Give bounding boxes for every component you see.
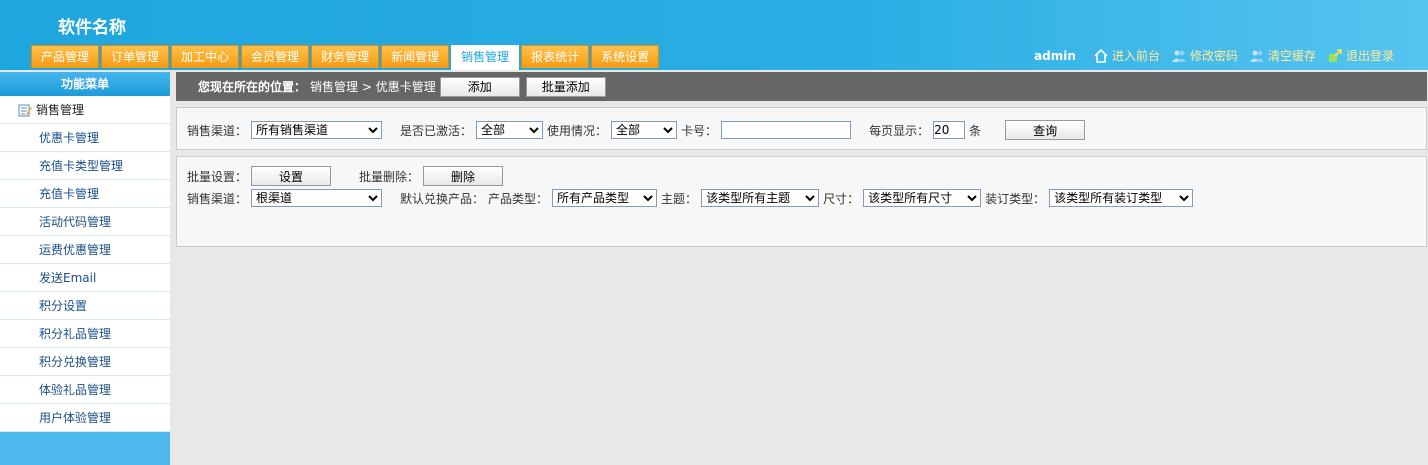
main-nav: 产品管理 订单管理 加工中心 会员管理 财务管理 新闻管理 销售管理 报表统计 … bbox=[31, 45, 660, 70]
clear-cache-link[interactable]: 清空缓存 bbox=[1249, 47, 1316, 64]
batch-delete-label: 批量删除： bbox=[359, 169, 420, 184]
size-select[interactable]: 该类型所有尺寸 bbox=[863, 189, 982, 207]
query-button[interactable]: 查询 bbox=[1005, 120, 1086, 140]
product-type-select[interactable]: 所有产品类型 bbox=[552, 189, 658, 207]
nav-tab-finance[interactable]: 财务管理 bbox=[311, 45, 380, 68]
usage-select[interactable]: 全部 bbox=[611, 121, 678, 139]
batch-panel: 批量设置： 设置 批量删除： 删除 销售渠道： 根渠道 默认兑换产品： 产品类型… bbox=[176, 156, 1427, 247]
sidebar-item-shipping-discount[interactable]: 运费优惠管理 bbox=[0, 236, 170, 264]
nav-tab-processing[interactable]: 加工中心 bbox=[171, 45, 240, 68]
sidebar-category-label: 销售管理 bbox=[36, 103, 85, 117]
sidebar-category-sales[interactable]: 销售管理 bbox=[0, 96, 170, 124]
top-links: admin 进入前台 修改密码 清空缓存 退出登录 bbox=[1034, 47, 1394, 64]
users-icon bbox=[1171, 50, 1186, 62]
activated-label: 是否已激活： bbox=[400, 123, 473, 138]
batch-add-button[interactable]: 批量添加 bbox=[525, 76, 606, 97]
home-icon bbox=[1094, 48, 1108, 63]
top-header: 软件名称 产品管理 订单管理 加工中心 会员管理 财务管理 新闻管理 销售管理 … bbox=[0, 0, 1428, 70]
add-button[interactable]: 添加 bbox=[439, 76, 520, 97]
clear-cache-label: 清空缓存 bbox=[1267, 49, 1316, 63]
sidebar-item-coupon-card[interactable]: 优惠卡管理 bbox=[0, 124, 170, 152]
sidebar-item-send-email[interactable]: 发送Email bbox=[0, 264, 170, 292]
front-link[interactable]: 进入前台 bbox=[1094, 47, 1160, 64]
channel-label: 销售渠道： bbox=[187, 123, 248, 138]
batch-channel-label: 销售渠道： bbox=[187, 191, 248, 206]
batch-setting-label: 批量设置： bbox=[187, 169, 248, 184]
product-type-label: 产品类型： bbox=[488, 191, 549, 206]
card-number-label: 卡号： bbox=[681, 123, 718, 138]
batch-setting-button[interactable]: 设置 bbox=[251, 166, 332, 186]
edit-note-icon bbox=[18, 104, 32, 116]
default-exchange-label: 默认兑换产品： bbox=[400, 191, 485, 206]
nav-tab-reports[interactable]: 报表统计 bbox=[521, 45, 590, 68]
breadcrumb-prefix: 您现在所在的位置： bbox=[198, 80, 307, 94]
breadcrumb-path: 销售管理 > 优惠卡管理 bbox=[310, 80, 436, 94]
theme-select[interactable]: 该类型所有主题 bbox=[701, 189, 820, 207]
theme-label: 主题： bbox=[661, 191, 698, 206]
sidebar-item-trial-gifts[interactable]: 体验礼品管理 bbox=[0, 376, 170, 404]
nav-tab-news[interactable]: 新闻管理 bbox=[381, 45, 450, 68]
main-content: 您现在所在的位置： 销售管理 > 优惠卡管理 添加 批量添加 销售渠道： 所有销… bbox=[176, 72, 1427, 247]
exit-icon bbox=[1328, 48, 1342, 62]
logout-label: 退出登录 bbox=[1345, 49, 1394, 63]
channel-select[interactable]: 所有销售渠道 bbox=[251, 121, 383, 139]
nav-tab-sales[interactable]: 销售管理 bbox=[451, 45, 520, 70]
activated-select[interactable]: 全部 bbox=[476, 121, 544, 139]
sidebar: 功能菜单 销售管理 优惠卡管理 充值卡类型管理 充值卡管理 活动代码管理 运费优… bbox=[0, 72, 170, 465]
per-page-label: 每页显示： bbox=[869, 123, 930, 138]
change-password-label: 修改密码 bbox=[1189, 49, 1238, 63]
per-page-input[interactable] bbox=[933, 121, 966, 139]
nav-tab-settings[interactable]: 系统设置 bbox=[591, 45, 660, 68]
front-link-label: 进入前台 bbox=[1111, 49, 1160, 63]
usage-label: 使用情况： bbox=[547, 123, 608, 138]
breadcrumb: 您现在所在的位置： 销售管理 > 优惠卡管理 添加 批量添加 bbox=[176, 72, 1427, 101]
per-page-unit: 条 bbox=[969, 123, 982, 138]
nav-tab-orders[interactable]: 订单管理 bbox=[101, 45, 170, 68]
sidebar-menu: 销售管理 优惠卡管理 充值卡类型管理 充值卡管理 活动代码管理 运费优惠管理 发… bbox=[0, 96, 170, 432]
binding-type-label: 装订类型： bbox=[985, 191, 1046, 206]
nav-tab-members[interactable]: 会员管理 bbox=[241, 45, 310, 68]
sidebar-item-recharge-card[interactable]: 充值卡管理 bbox=[0, 180, 170, 208]
batch-delete-button[interactable]: 删除 bbox=[423, 166, 504, 186]
users-icon bbox=[1249, 50, 1264, 62]
sidebar-title: 功能菜单 bbox=[0, 72, 170, 96]
nav-tab-products[interactable]: 产品管理 bbox=[31, 45, 100, 68]
filter-panel: 销售渠道： 所有销售渠道 是否已激活： 全部 使用情况： 全部 卡号： 每页显示… bbox=[176, 107, 1427, 150]
sidebar-item-recharge-type[interactable]: 充值卡类型管理 bbox=[0, 152, 170, 180]
change-password-link[interactable]: 修改密码 bbox=[1171, 47, 1238, 64]
logout-link[interactable]: 退出登录 bbox=[1328, 47, 1394, 64]
batch-channel-select[interactable]: 根渠道 bbox=[251, 189, 383, 207]
app-title: 软件名称 bbox=[58, 18, 126, 38]
size-label: 尺寸： bbox=[823, 191, 860, 206]
sidebar-item-user-trial[interactable]: 用户体验管理 bbox=[0, 404, 170, 432]
username: admin bbox=[1034, 48, 1076, 63]
sidebar-item-promo-code[interactable]: 活动代码管理 bbox=[0, 208, 170, 236]
binding-type-select[interactable]: 该类型所有装订类型 bbox=[1049, 189, 1194, 207]
sidebar-item-points-gifts[interactable]: 积分礼品管理 bbox=[0, 320, 170, 348]
sidebar-item-points-exchange[interactable]: 积分兑换管理 bbox=[0, 348, 170, 376]
sidebar-item-points-settings[interactable]: 积分设置 bbox=[0, 292, 170, 320]
card-number-input[interactable] bbox=[721, 121, 852, 139]
